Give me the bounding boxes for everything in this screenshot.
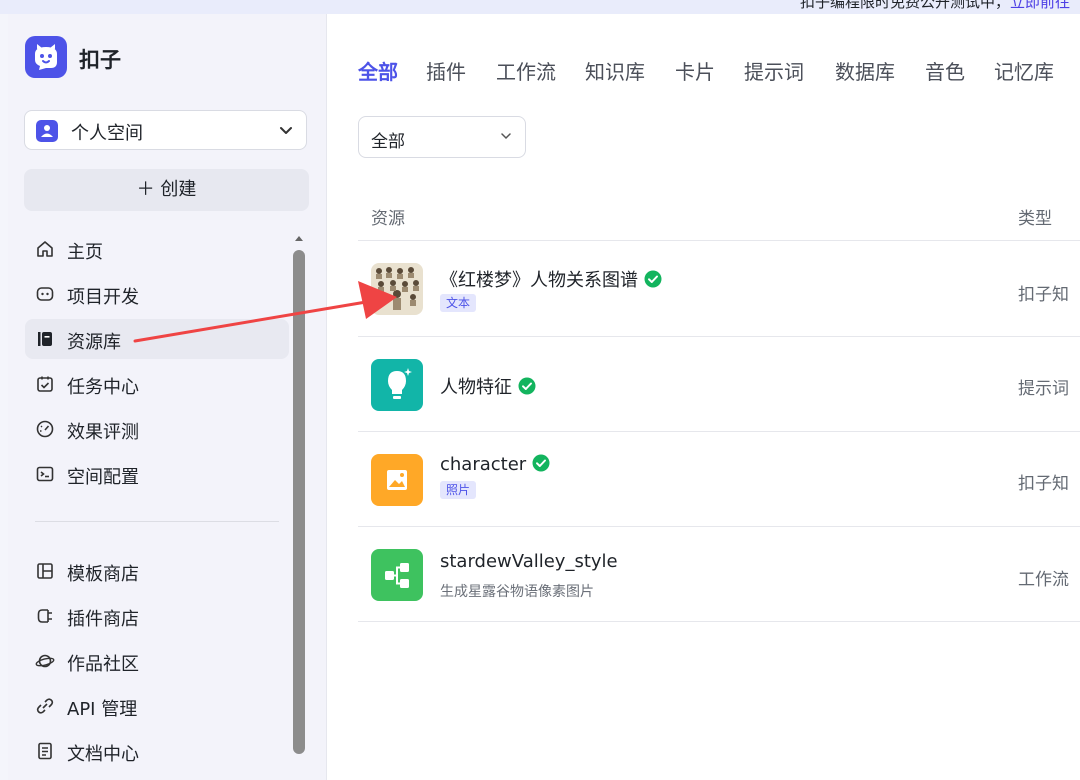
filter-value: 全部 [371, 132, 405, 152]
nav-label: API 管理 [67, 699, 138, 720]
library-icon [38, 332, 52, 346]
nav-item-plugin-store[interactable]: 插件商店 [25, 596, 289, 636]
verified-check-icon [532, 454, 550, 472]
nav-label: 任务中心 [67, 377, 139, 398]
bulb-icon [371, 359, 423, 411]
nav-label: 文档中心 [67, 744, 139, 765]
home-icon [37, 241, 53, 257]
table-row[interactable]: 人物特征 提示词 [358, 337, 1080, 432]
gauge-icon [36, 420, 54, 438]
space-selector[interactable]: 个人空间 [24, 110, 307, 150]
resource-title[interactable]: 《红楼梦》人物关系图谱 [440, 266, 662, 292]
tab-plugins[interactable]: 插件 [426, 56, 466, 85]
column-header-resource: 资源 [371, 209, 405, 229]
row-divider [358, 621, 1080, 622]
chevron-down-icon [501, 133, 511, 140]
nav-item-docs[interactable]: 文档中心 [25, 731, 289, 771]
nav-item-api[interactable]: API 管理 [25, 686, 289, 726]
image-icon [371, 454, 423, 506]
main-panel: 全部 插件 工作流 知识库 卡片 提示词 数据库 音色 记忆库 全部 资源 类型 [327, 14, 1080, 780]
type-tag-text: 文本 [440, 294, 477, 312]
nav-item-template-store[interactable]: 模板商店 [25, 551, 289, 591]
workflow-icon [371, 549, 423, 601]
verified-check-icon [644, 270, 662, 288]
scrollbar-thumb[interactable] [293, 250, 305, 754]
verified-check-icon [518, 377, 536, 395]
sidebar-scrollbar[interactable] [292, 234, 306, 780]
tab-all[interactable]: 全部 [358, 56, 398, 85]
tab-memory[interactable]: 记忆库 [994, 56, 1054, 85]
nav-item-community[interactable]: 作品社区 [25, 641, 289, 681]
table-row[interactable]: character 照片 扣子知 [358, 432, 1080, 527]
plus-icon: ＋ [136, 179, 161, 200]
top-banner: 扣子编程限时免费公开测试中，立即前往 [0, 0, 1080, 14]
nav-label: 插件商店 [67, 609, 139, 630]
resource-type: 工作流 [1018, 570, 1069, 590]
tab-cards[interactable]: 卡片 [675, 56, 715, 85]
resource-type: 扣子知 [1018, 474, 1069, 494]
tab-voices[interactable]: 音色 [925, 56, 965, 85]
type-filter-select[interactable]: 全部 [358, 116, 526, 158]
create-label: 创建 [160, 179, 197, 200]
nav-item-home[interactable]: 主页 [25, 229, 289, 269]
chevron-down-icon [280, 127, 292, 134]
resource-title-text: 《红楼梦》人物关系图谱 [440, 270, 638, 291]
project-icon [36, 287, 54, 301]
tab-knowledge[interactable]: 知识库 [585, 56, 645, 85]
planet-icon [35, 654, 55, 668]
banner-text: 扣子编程限时免费公开测试中，立即前往 [800, 0, 1070, 12]
nav-label: 效果评测 [67, 422, 139, 443]
nav-label: 资源库 [67, 332, 121, 353]
app-logo[interactable] [25, 36, 67, 78]
table-row[interactable]: 《红楼梦》人物关系图谱 文本 扣子知 [358, 241, 1080, 336]
nav-label: 模板商店 [67, 564, 139, 585]
resource-title[interactable]: stardewValley_style [440, 551, 618, 572]
app-name: 扣子 [79, 48, 121, 72]
resource-title[interactable]: character [440, 454, 550, 475]
tab-databases[interactable]: 数据库 [835, 56, 895, 85]
resource-title-text: 人物特征 [440, 377, 512, 398]
task-icon [37, 376, 53, 392]
nav-item-space-config[interactable]: 空间配置 [25, 454, 289, 494]
user-avatar-icon [36, 120, 58, 142]
resource-type: 扣子知 [1018, 285, 1069, 305]
nav-item-evaluation[interactable]: 效果评测 [25, 409, 289, 449]
nav-label: 主页 [67, 242, 103, 263]
nav-label: 空间配置 [67, 467, 139, 488]
sidebar-divider [35, 521, 279, 522]
api-icon [36, 698, 54, 714]
terminal-icon [36, 466, 54, 482]
tab-prompts[interactable]: 提示词 [744, 56, 804, 85]
nav-label: 项目开发 [67, 287, 139, 308]
scroll-up-arrow-icon[interactable] [295, 234, 303, 242]
banner-link[interactable]: 立即前往 [1010, 0, 1070, 11]
nav-item-library[interactable]: 资源库 [25, 319, 289, 359]
sketch-image-thumbnail [371, 263, 423, 315]
tab-workflows[interactable]: 工作流 [496, 56, 556, 85]
resource-title[interactable]: 人物特征 [440, 373, 536, 399]
banner-message: 扣子编程限时免费公开测试中， [799, 0, 1010, 11]
template-icon [37, 563, 53, 579]
nav-item-tasks[interactable]: 任务中心 [25, 364, 289, 404]
plugin-icon [37, 609, 52, 623]
column-header-type: 类型 [1018, 209, 1052, 229]
space-name: 个人空间 [71, 123, 143, 144]
resource-title-text: character [440, 454, 527, 475]
nav-item-projects[interactable]: 项目开发 [25, 274, 289, 314]
create-button[interactable]: ＋ 创建 [24, 169, 309, 211]
sidebar: 扣子 个人空间 ＋ 创建 主页 项目开发 资源库 任务中心 效果评测 空间配置 … [8, 14, 327, 780]
document-icon [38, 742, 52, 760]
resource-description: 生成星露谷物语像素图片 [440, 584, 594, 600]
table-row[interactable]: stardewValley_style 生成星露谷物语像素图片 工作流 [358, 527, 1080, 622]
type-tag-photo: 照片 [440, 481, 477, 499]
resource-type: 提示词 [1018, 379, 1069, 399]
logo-mascot-icon [35, 44, 57, 70]
nav-label: 作品社区 [67, 654, 139, 675]
